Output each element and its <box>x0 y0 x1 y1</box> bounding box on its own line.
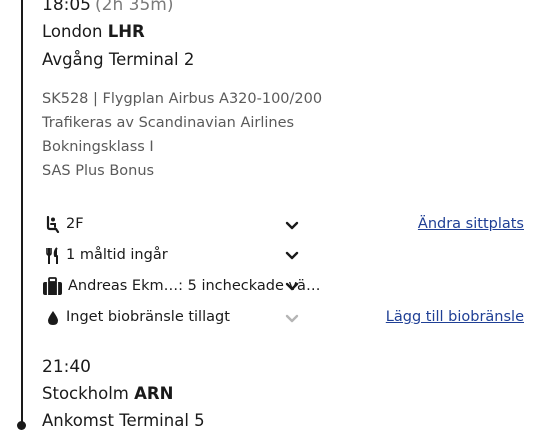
suitcase-icon <box>43 277 62 295</box>
departure-time: 18:05 <box>42 0 91 15</box>
departure-airport-code: LHR <box>107 22 145 41</box>
baggage-chevron-down-icon[interactable] <box>285 282 299 292</box>
drop-icon <box>48 311 58 325</box>
seat-icon <box>46 216 60 233</box>
departure-city: London <box>42 22 103 41</box>
timeline-arrival-dot <box>17 421 26 430</box>
arrival-city-row: Stockholm ARN <box>42 384 173 403</box>
departure-city-row: London LHR <box>42 22 145 41</box>
operated-by: Trafikeras av Scandinavian Airlines <box>42 115 295 131</box>
cutlery-icon <box>46 247 58 264</box>
biofuel-info: Inget biobränsle tillagt <box>66 309 230 325</box>
arrival-city: Stockholm <box>42 384 129 403</box>
fare-type: SAS Plus Bonus <box>42 163 155 179</box>
biofuel-chevron-down-icon <box>285 314 299 323</box>
meal-chevron-down-icon[interactable] <box>285 251 299 261</box>
meal-info: 1 måltid ingår <box>66 247 168 263</box>
add-biofuel-link[interactable]: Lägg till biobränsle <box>386 309 524 325</box>
change-seat-link[interactable]: Ändra sittplats <box>418 216 524 232</box>
arrival-time: 21:40 <box>42 357 91 377</box>
arrival-airport-code: ARN <box>134 384 174 403</box>
departure-time-row: 18:05 (2h 35m) <box>42 0 173 15</box>
baggage-info: Andreas Ekm…: 5 incheckade vä… <box>68 278 321 294</box>
flight-duration: (2h 35m) <box>95 0 174 15</box>
seat-number: 2F <box>66 216 84 232</box>
departure-terminal: Avgång Terminal 2 <box>42 50 195 69</box>
timeline-line <box>21 0 23 426</box>
flight-number-aircraft: SK528 | Flygplan Airbus A320-100/200 <box>42 91 323 107</box>
arrival-terminal: Ankomst Terminal 5 <box>42 411 205 430</box>
booking-class: Bokningsklass I <box>42 139 154 155</box>
seat-chevron-down-icon[interactable] <box>285 221 299 231</box>
